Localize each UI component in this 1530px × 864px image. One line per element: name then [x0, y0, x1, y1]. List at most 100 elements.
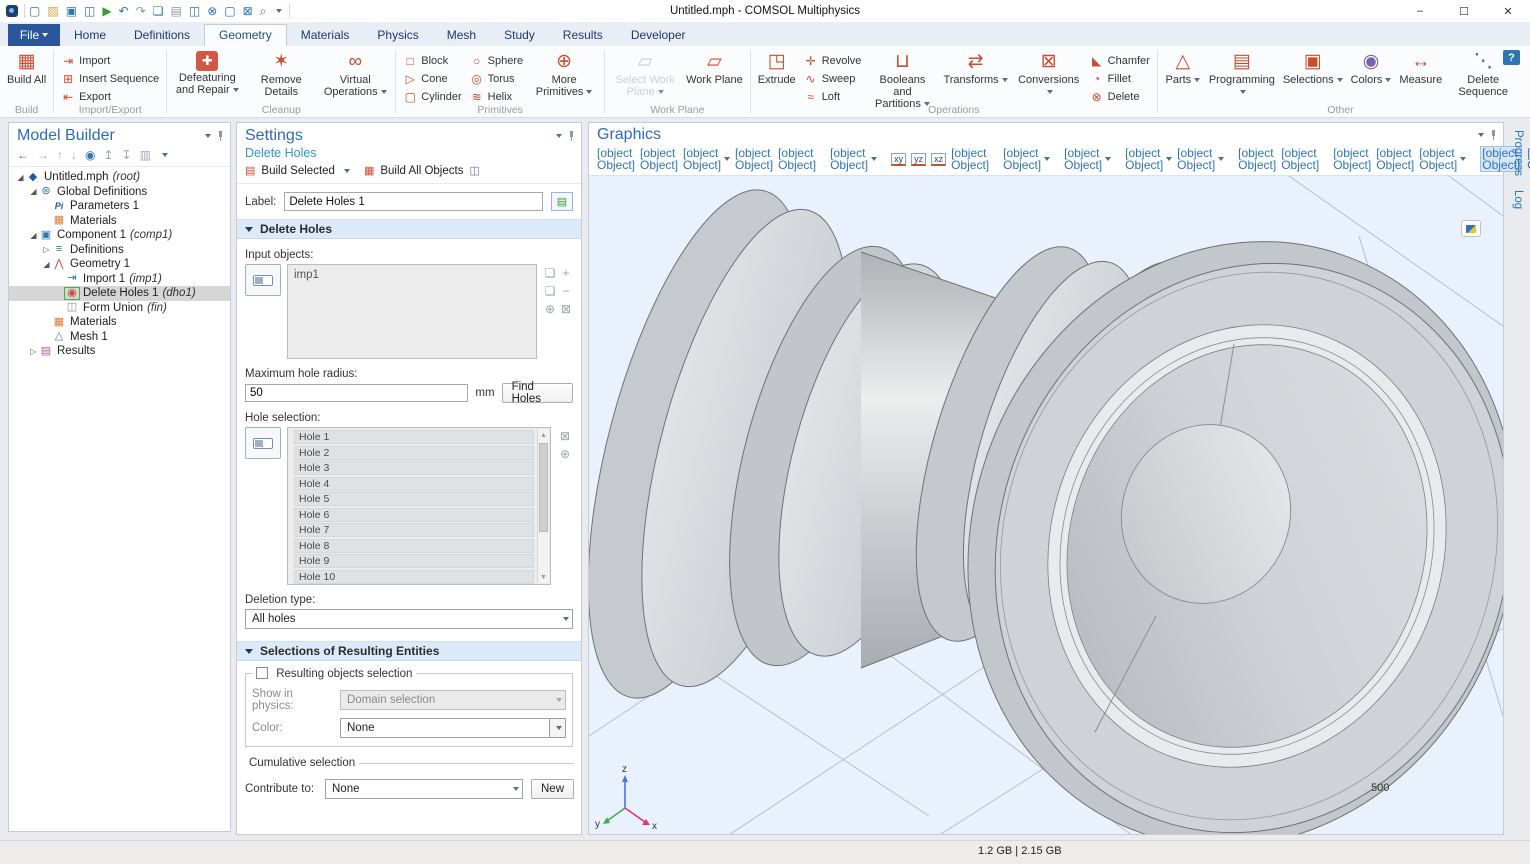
move-up-icon[interactable]: ↑ [57, 149, 63, 161]
hole-list-scrollbar[interactable]: ▲ ▼ [537, 429, 549, 583]
find-holes-button[interactable]: Find Holes [502, 383, 573, 403]
file-menu-button[interactable]: File [8, 24, 60, 46]
build-selected-caret[interactable] [344, 169, 350, 173]
pin-icon[interactable] [217, 131, 224, 141]
contribute-to-select[interactable]: None [325, 779, 523, 799]
conversions-button[interactable]: ⊠ Conversions [1013, 49, 1085, 100]
zoom-in-icon[interactable]: [object Object] [597, 147, 635, 171]
material-rendering-icon[interactable]: [object Object] [1177, 147, 1224, 171]
scroll-up-icon[interactable]: ▲ [538, 429, 549, 441]
tree-item-form-union[interactable]: ◫ Form Union (fin) [9, 301, 230, 316]
hole-list-item[interactable]: Hole 5 [294, 492, 534, 506]
defeaturing-repair-button[interactable]: ✚ Defeaturing and Repair [171, 49, 243, 98]
loft-button[interactable]: ≈ Loft [801, 88, 865, 105]
deactivate-selection-icon[interactable]: ⊠ [557, 429, 573, 443]
hole-list-item[interactable]: Hole 6 [294, 508, 534, 522]
select-work-plane-button[interactable]: ▱ Select Work Plane [609, 49, 681, 100]
build-all-objects-button[interactable]: Build All Objects [380, 165, 463, 177]
scroll-down-icon[interactable]: ▼ [538, 571, 549, 583]
panel-menu-caret[interactable] [1478, 133, 1484, 137]
move-down-icon[interactable]: ↓ [71, 149, 77, 161]
clip-plane-icon[interactable]: [object Object] [1376, 147, 1414, 171]
virtual-operations-button[interactable]: ∞ Virtual Operations [319, 49, 391, 100]
select-box-icon[interactable]: ▢ [224, 5, 235, 17]
new-icon[interactable]: ▢ [29, 5, 40, 17]
view-yz-icon[interactable]: yz [911, 153, 926, 166]
minimize-button[interactable]: – [1398, 0, 1442, 22]
zoom-to-selection-icon[interactable]: ⊕ [557, 447, 573, 461]
copy-selection-icon[interactable]: ❏ [543, 266, 557, 282]
fillet-button[interactable]: ◔ Fillet [1087, 70, 1153, 87]
toolbar-caret[interactable] [162, 153, 168, 157]
undo-icon[interactable]: ↶ [119, 5, 129, 17]
extrude-button[interactable]: ◳ Extrude [755, 49, 799, 88]
sweep-button[interactable]: ∿ Sweep [801, 70, 865, 87]
color-select[interactable]: None [340, 718, 566, 738]
quick-access-caret[interactable] [276, 9, 282, 13]
tab-log[interactable]: Log [1512, 190, 1524, 209]
input-objects-list[interactable]: imp1 [287, 264, 537, 359]
cylinder-button[interactable]: ▢ Cylinder [400, 88, 464, 105]
tab-progress[interactable]: Progress [1512, 130, 1524, 176]
help-button[interactable]: ? [1503, 50, 1520, 65]
app-icon[interactable] [6, 5, 18, 17]
settings-subtitle[interactable]: Delete Holes [237, 145, 581, 162]
cone-button[interactable]: ▷ Cone [400, 70, 464, 87]
tab-mesh[interactable]: Mesh [433, 25, 490, 46]
tree-item-import[interactable]: ⇥ Import 1 (imp1) [9, 272, 230, 287]
tree-item-global-definitions[interactable]: ◢ ⊛ Global Definitions [9, 185, 230, 200]
delete-icon[interactable]: ⊗ [207, 5, 217, 17]
hole-list-item[interactable]: Hole 7 [294, 523, 534, 537]
zoom-out-icon[interactable]: [object Object] [640, 147, 678, 171]
hole-list-item[interactable]: Hole 10 [294, 570, 534, 584]
clear-selection-icon[interactable]: ⊠ [243, 5, 253, 17]
zoom-to-selection-icon[interactable]: ⊕ [543, 302, 557, 318]
camera-flip-icon[interactable]: [object Object] [951, 147, 989, 171]
delete-button[interactable]: ⊗ Delete [1087, 88, 1153, 105]
paste-icon[interactable]: ▤ [171, 5, 182, 17]
build-all-icon[interactable]: ◫ [469, 164, 479, 177]
max-hole-radius-input[interactable] [245, 384, 468, 402]
scene-light-icon[interactable]: [object Object] [1064, 147, 1111, 171]
columns-icon[interactable]: ▥ [140, 149, 151, 161]
export-button[interactable]: ⇤ Export [58, 88, 162, 105]
hole-list-item[interactable]: Hole 8 [294, 539, 534, 553]
measure-button[interactable]: ↔ Measure [1396, 49, 1445, 88]
collapse-all-icon[interactable]: ↥ [103, 149, 113, 161]
3d-model[interactable] [589, 176, 1503, 834]
hole-selection-active-toggle[interactable] [245, 427, 281, 459]
add-selection-icon[interactable]: + [559, 266, 573, 282]
hole-list-item[interactable]: Hole 4 [294, 477, 534, 491]
hole-selection-list[interactable]: Hole 1 Hole 2 Hole 3 Hole 4 Hole 5 Hole … [287, 427, 551, 585]
parts-button[interactable]: △ Parts [1162, 49, 1204, 88]
build-all-button[interactable]: ▦ Build All [4, 49, 49, 88]
section-delete-holes[interactable]: Delete Holes [237, 219, 581, 239]
zoom-to-selection-icon[interactable]: [object Object] [778, 147, 816, 171]
panel-menu-caret[interactable] [205, 134, 211, 138]
tree-item-mesh[interactable]: △ Mesh 1 [9, 330, 230, 345]
tab-developer[interactable]: Developer [617, 25, 700, 46]
show-in-physics-select[interactable]: Domain selection [340, 690, 566, 710]
block-button[interactable]: □ Block [400, 52, 464, 69]
visibility-icon[interactable]: [object Object] [1419, 147, 1466, 171]
hole-list-item[interactable]: Hole 3 [294, 461, 534, 475]
tab-geometry[interactable]: Geometry [204, 24, 287, 46]
run-icon[interactable]: ▶ [102, 5, 111, 17]
import-button[interactable]: ⇥ Import [58, 52, 162, 69]
graphics-viewport[interactable]: 500 0 z y x [589, 175, 1503, 834]
colors-button[interactable]: ◉ Colors [1348, 49, 1395, 88]
transforms-button[interactable]: ⇄ Transforms [940, 49, 1010, 88]
pin-icon[interactable] [1490, 130, 1497, 140]
sphere-button[interactable]: ○ Sphere [467, 52, 526, 69]
select-entities-icon[interactable]: [object Object] [1238, 147, 1276, 171]
save-report-icon[interactable]: ◫ [84, 5, 95, 17]
insert-sequence-button[interactable]: ⊞ Insert Sequence [58, 70, 162, 87]
section-selections-resulting-entities[interactable]: Selections of Resulting Entities [237, 641, 581, 661]
zoom-extents-icon[interactable]: [object Object] [735, 147, 773, 171]
hole-list-item[interactable]: Hole 2 [294, 446, 534, 460]
deactivate-selection-icon[interactable]: ⊠ [559, 302, 573, 318]
tree-item-component[interactable]: ◢ ▣ Component 1 (comp1) [9, 228, 230, 243]
scrollbar-thumb[interactable] [539, 443, 548, 532]
hole-list-item[interactable]: Hole 1 [294, 430, 534, 444]
hole-list-item[interactable]: Hole 9 [294, 554, 534, 568]
